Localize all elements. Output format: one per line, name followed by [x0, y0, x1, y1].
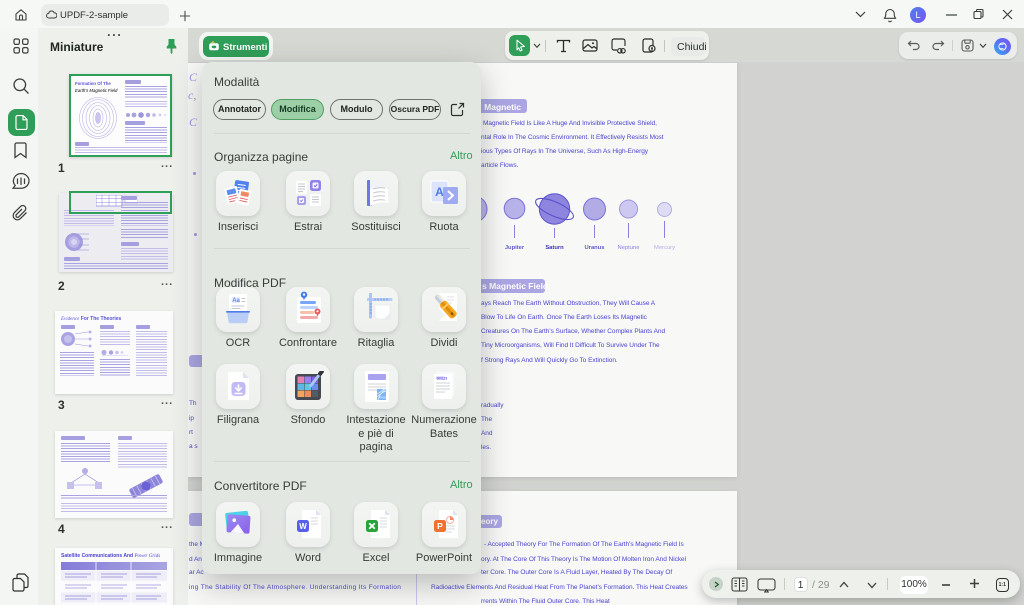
svg-text:Neptune: Neptune — [618, 245, 640, 251]
svg-text:Mercury: Mercury — [654, 245, 675, 251]
svg-text:Saturn: Saturn — [545, 245, 564, 251]
svg-text:A: A — [435, 185, 444, 199]
svg-text:W: W — [299, 522, 307, 531]
svg-text:PAGE: PAGE — [379, 396, 387, 400]
svg-text:P: P — [437, 521, 443, 531]
svg-text:Uranus: Uranus — [585, 245, 605, 251]
svg-text:Jupiter: Jupiter — [505, 245, 525, 251]
svg-text:Aa: Aa — [232, 298, 240, 304]
svg-text:000123: 000123 — [437, 376, 448, 380]
